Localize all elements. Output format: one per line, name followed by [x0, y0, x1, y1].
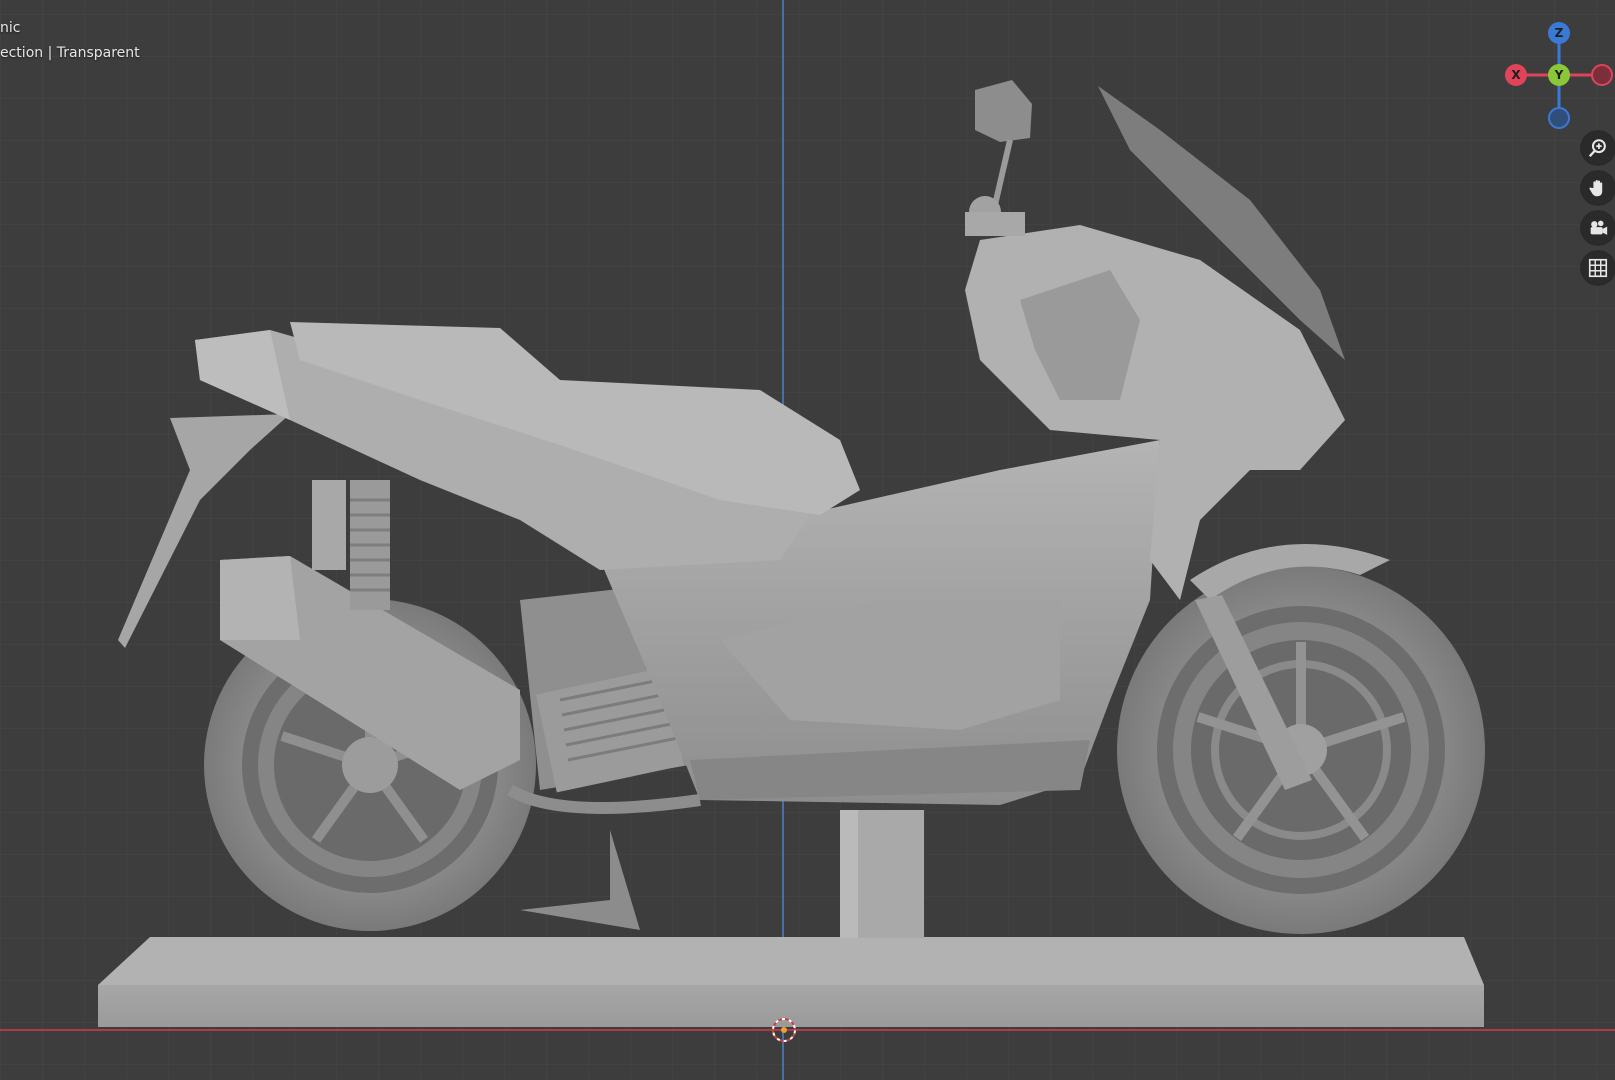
camera-icon: [1590, 220, 1608, 235]
gizmo-z-axis[interactable]: Z: [1548, 22, 1570, 44]
zoom-button[interactable]: [1580, 130, 1615, 166]
3d-viewport[interactable]: nic ection | Transparent Z Y X: [0, 0, 1615, 1080]
grid-icon: [1588, 258, 1608, 278]
hand-pan-icon: [1589, 180, 1603, 197]
mirror: [965, 80, 1032, 236]
gizmo-x-axis[interactable]: X: [1505, 64, 1527, 86]
motorcycle-model[interactable]: [0, 0, 1615, 1080]
gizmo-y-axis[interactable]: Y: [1548, 64, 1570, 86]
3d-cursor-icon[interactable]: [770, 1016, 798, 1044]
pan-button[interactable]: [1580, 170, 1615, 206]
navigation-gizmo[interactable]: Z Y X: [1496, 18, 1615, 138]
perspective-toggle-button[interactable]: [1580, 250, 1615, 286]
kickstand: [520, 830, 640, 930]
zoom-icon: [1588, 139, 1606, 158]
front-wheel: [1117, 566, 1485, 934]
camera-view-button[interactable]: [1580, 210, 1615, 246]
